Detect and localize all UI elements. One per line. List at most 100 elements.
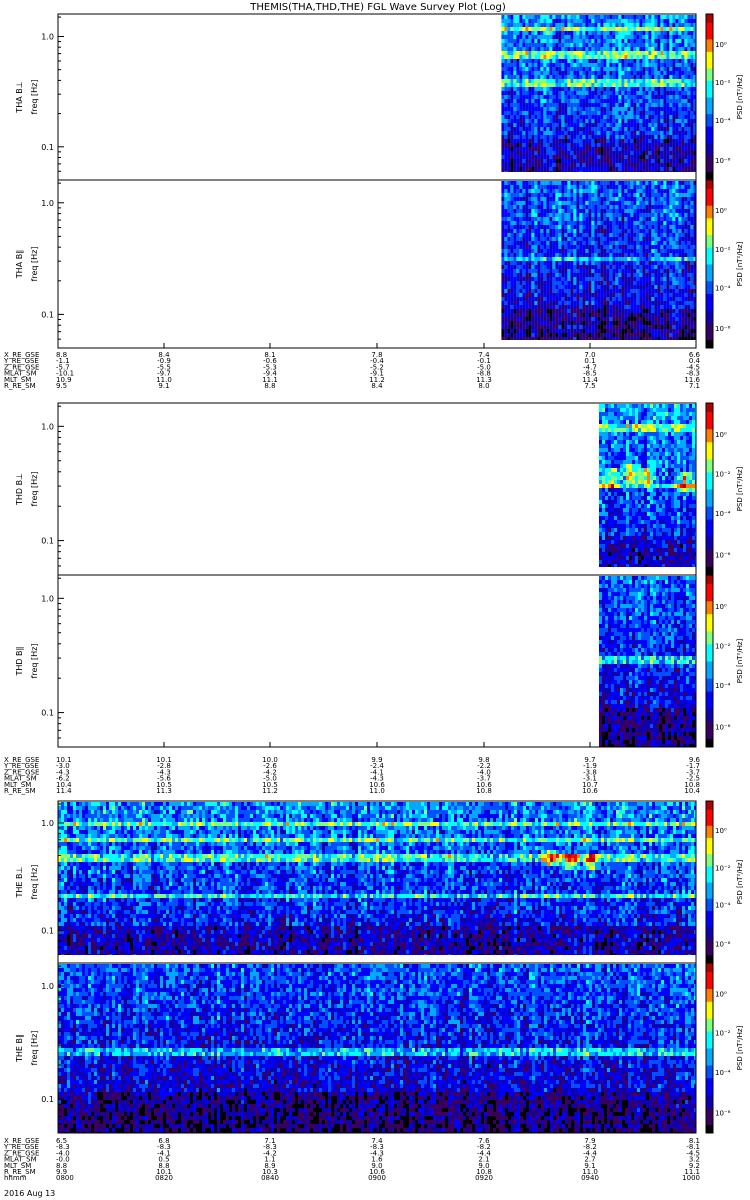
heatmap-cell	[609, 83, 612, 87]
heatmap-cell	[594, 217, 597, 221]
heatmap-cell	[540, 51, 543, 55]
heatmap-cell	[627, 261, 630, 265]
heatmap-cell	[540, 35, 543, 39]
heatmap-cell	[621, 305, 624, 309]
heatmap-cell	[573, 225, 576, 229]
heatmap-cell	[672, 333, 675, 337]
heatmap-cell	[681, 55, 684, 59]
heatmap-cell	[570, 19, 573, 23]
heatmap-cell	[555, 333, 558, 337]
heatmap-cell	[597, 139, 600, 143]
heatmap-cell	[516, 115, 519, 119]
heatmap-cell	[576, 107, 579, 111]
heatmap-cell	[648, 167, 651, 171]
heatmap-cell	[510, 209, 513, 213]
heatmap-cell	[603, 75, 606, 79]
heatmap-cell	[603, 225, 606, 229]
heatmap-cell	[591, 91, 594, 95]
heatmap-cell	[582, 209, 585, 213]
heatmap-cell	[570, 59, 573, 63]
heatmap-cell	[660, 107, 663, 111]
heatmap-cell	[648, 19, 651, 23]
heatmap-cell	[579, 71, 582, 75]
heatmap-cell	[624, 35, 627, 39]
heatmap-cell	[528, 59, 531, 63]
heatmap-cell	[564, 281, 567, 285]
colorbar-segment	[706, 151, 713, 156]
heatmap-cell	[501, 107, 504, 111]
heatmap-cell	[594, 297, 597, 301]
heatmap-cell	[585, 47, 588, 51]
heatmap-cell	[579, 289, 582, 293]
heatmap-cell	[516, 329, 519, 333]
heatmap-cell	[669, 241, 672, 245]
heatmap-cell	[609, 87, 612, 91]
heatmap-cell	[672, 209, 675, 213]
heatmap-cell	[504, 261, 507, 265]
heatmap-cell	[543, 265, 546, 269]
heatmap-cell	[507, 75, 510, 79]
heatmap-cell	[582, 293, 585, 297]
heatmap-cell	[618, 253, 621, 257]
heatmap-cell	[507, 185, 510, 189]
heatmap-cell	[549, 249, 552, 253]
heatmap-cell	[663, 217, 666, 221]
heatmap-cell	[585, 87, 588, 91]
heatmap-cell	[513, 241, 516, 245]
heatmap-cell	[552, 269, 555, 273]
heatmap-cell	[684, 171, 687, 172]
heatmap-cell	[549, 135, 552, 139]
heatmap-cell	[609, 337, 612, 340]
heatmap-cell	[507, 99, 510, 103]
heatmap-cell	[687, 131, 690, 135]
heatmap-cell	[618, 249, 621, 253]
heatmap-cell	[645, 43, 648, 47]
heatmap-cell	[558, 245, 561, 249]
heatmap-cell	[591, 15, 594, 19]
heatmap-cell	[597, 127, 600, 131]
heatmap-cell	[519, 159, 522, 163]
heatmap-cell	[582, 103, 585, 107]
heatmap-cell	[648, 193, 651, 197]
heatmap-cell	[672, 321, 675, 325]
heatmap-cell	[684, 47, 687, 51]
heatmap-cell	[561, 123, 564, 127]
heatmap-cell	[540, 329, 543, 333]
heatmap-cell	[657, 281, 660, 285]
heatmap-cell	[570, 269, 573, 273]
heatmap-cell	[510, 127, 513, 131]
heatmap-cell	[645, 131, 648, 135]
heatmap-cell	[516, 71, 519, 75]
heatmap-cell	[537, 193, 540, 197]
heatmap-cell	[654, 217, 657, 221]
heatmap-cell	[555, 119, 558, 123]
heatmap-cell	[528, 67, 531, 71]
heatmap-cell	[648, 257, 651, 261]
heatmap-cell	[639, 71, 642, 75]
heatmap-cell	[585, 309, 588, 313]
heatmap-cell	[645, 27, 648, 31]
heatmap-cell	[585, 217, 588, 221]
heatmap-cell	[564, 91, 567, 95]
heatmap-cell	[579, 19, 582, 23]
heatmap-cell	[513, 221, 516, 225]
heatmap-cell	[672, 269, 675, 273]
heatmap-cell	[666, 329, 669, 333]
heatmap-cell	[516, 147, 519, 151]
heatmap-cell	[630, 281, 633, 285]
heatmap-cell	[615, 171, 618, 172]
heatmap-cell	[615, 127, 618, 131]
heatmap-cell	[615, 43, 618, 47]
heatmap-cell	[564, 139, 567, 143]
heatmap-cell	[642, 265, 645, 269]
heatmap-cell	[660, 197, 663, 201]
heatmap-cell	[567, 297, 570, 301]
heatmap-cell	[660, 55, 663, 59]
heatmap-cell	[669, 95, 672, 99]
heatmap-cell	[519, 55, 522, 59]
heatmap-cell	[540, 201, 543, 205]
heatmap-cell	[555, 19, 558, 23]
heatmap-cell	[606, 217, 609, 221]
heatmap-cell	[624, 39, 627, 43]
heatmap-cell	[582, 201, 585, 205]
